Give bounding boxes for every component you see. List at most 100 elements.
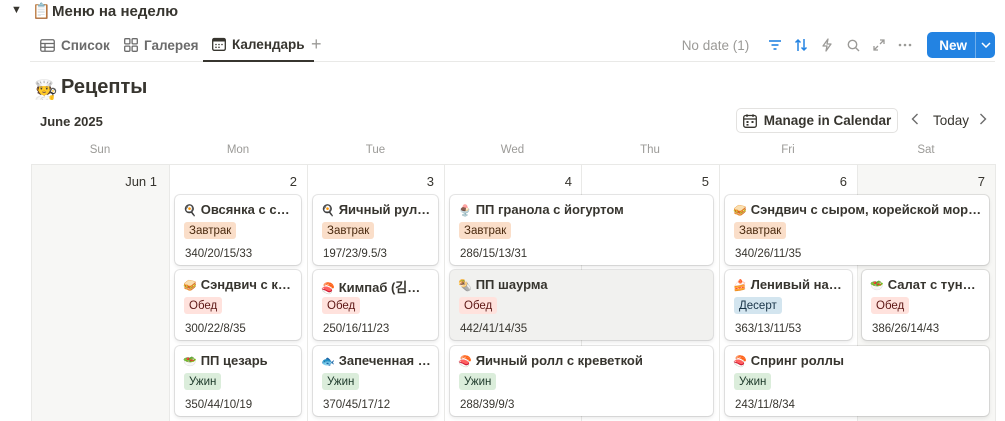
column-divider — [307, 164, 308, 421]
tab-list[interactable]: Список — [40, 28, 110, 62]
event-card-hovered[interactable]: 🌯 ПП шаурма Обед 442/41/14/35 — [450, 270, 713, 340]
food-emoji-icon: 🍣 — [458, 355, 472, 368]
event-card[interactable]: 🍣 Спринг роллы Ужин 243/11/8/34 — [725, 346, 989, 416]
meal-tag: Обед — [184, 297, 223, 314]
weekday-header: Sat — [917, 144, 935, 156]
chevron-right-icon[interactable] — [979, 112, 987, 128]
food-emoji-icon: 🍣 — [321, 282, 335, 295]
macros-value: 340/20/15/33 — [185, 248, 253, 260]
food-emoji-icon: 🍨 — [458, 204, 472, 217]
search-icon[interactable] — [841, 33, 865, 57]
macros-value: 197/23/9.5/3 — [323, 248, 387, 260]
food-emoji-icon: 🍰 — [733, 279, 747, 292]
tab-gallery[interactable]: Галерея — [124, 28, 199, 62]
event-card[interactable]: 🍨 ПП гранола с йогуртом Завтрак 286/15/13… — [450, 195, 713, 265]
weekday-header: Fri — [781, 144, 795, 156]
event-title: 🥗 ПП цезарь — [183, 353, 268, 368]
manage-label: Manage in Calendar — [763, 113, 892, 128]
macros-value: 442/41/14/35 — [460, 323, 528, 335]
macros-value: 288/39/9/3 — [460, 399, 515, 411]
event-card[interactable]: 🐟Запеченная скумбрия Ужин 370/45/17/12 — [313, 346, 438, 416]
tab-calendar[interactable]: Календарь — [203, 28, 314, 62]
event-title: 🥗 Салат с тунцом — [870, 277, 983, 292]
toggle-arrow-icon[interactable]: ▼ — [11, 4, 22, 16]
new-button[interactable]: New — [927, 32, 975, 58]
macros-value: 363/13/11/53 — [735, 323, 802, 335]
column-divider — [995, 164, 996, 421]
macros-value: 300/22/8/35 — [185, 323, 246, 335]
more-options-icon[interactable] — [893, 33, 917, 57]
database-title[interactable]: Меню на неделю — [52, 3, 178, 20]
day-number[interactable]: 3 — [397, 174, 434, 189]
weekend-sun-bg — [31, 165, 169, 421]
food-emoji-icon: 🥗 — [183, 355, 197, 368]
event-card[interactable]: 🥪Сэндвич с сыром, корейской морковкой За… — [725, 195, 989, 265]
event-title: 🍣 Спринг роллы — [733, 353, 844, 368]
weekday-header: Sun — [89, 144, 111, 156]
toolbar: No date (1) New — [682, 28, 995, 62]
macros-value: 340/26/11/35 — [735, 248, 802, 260]
meal-tag: Десерт — [734, 297, 782, 314]
meal-tag: Завтрак — [184, 222, 237, 239]
add-view-button[interactable]: + — [311, 34, 322, 55]
day-number[interactable]: 5 — [672, 174, 709, 189]
chevron-left-icon[interactable] — [911, 112, 919, 128]
food-emoji-icon: 🍳 — [183, 204, 197, 217]
food-emoji-icon: 🍳 — [321, 204, 335, 217]
day-number[interactable]: 7 — [948, 174, 985, 189]
day-number[interactable]: 2 — [260, 174, 297, 189]
event-title: 🥪Сэндвич с сыром, корейской морковкой — [733, 202, 983, 217]
column-divider — [719, 164, 720, 421]
column-divider — [169, 164, 170, 421]
event-card[interactable]: 🍳Овсянка с сыром Завтрак 340/20/15/33 — [175, 195, 301, 265]
today-button[interactable]: Today — [933, 113, 969, 128]
event-title: 🥪Сэндвич с курицей — [183, 277, 295, 292]
event-title: 🐟Запеченная скумбрия — [321, 353, 432, 368]
event-card[interactable]: 🍣 Яичный ролл с креветкой Ужин 288/39/9/3 — [450, 346, 713, 416]
meal-tag: Ужин — [322, 373, 360, 390]
macros-value: 243/11/8/34 — [735, 399, 795, 411]
meal-tag: Завтрак — [459, 222, 512, 239]
sort-icon[interactable] — [789, 33, 813, 57]
event-card[interactable]: 🥗 Салат с тунцом Обед 386/26/14/43 — [862, 270, 989, 340]
column-divider — [444, 164, 445, 421]
event-card[interactable]: 🍳Яичный рулет с сыром Завтрак 197/23/9.5… — [313, 195, 438, 265]
manage-in-calendar-button[interactable]: Manage in Calendar — [736, 108, 898, 133]
meal-tag: Обед — [322, 297, 361, 314]
expand-icon[interactable] — [867, 33, 891, 57]
event-card[interactable]: 🍣Кимпаб (김밥) с тунцом Обед 250/16/11/23 — [313, 270, 438, 340]
calendar-icon — [212, 37, 226, 51]
food-emoji-icon: 🌯 — [458, 279, 472, 292]
food-emoji-icon: 🥪 — [733, 204, 747, 217]
event-card[interactable]: 🥪Сэндвич с курицей Обед 300/22/8/35 — [175, 270, 301, 340]
weekday-header: Mon — [226, 144, 250, 156]
meal-tag: Обед — [459, 297, 498, 314]
day-number[interactable]: Jun 1 — [100, 174, 157, 189]
food-emoji-icon: 🐟 — [321, 355, 335, 368]
tab-label: Галерея — [144, 37, 199, 53]
chevron-down-icon[interactable] — [975, 32, 995, 58]
day-number[interactable]: 6 — [810, 174, 847, 189]
event-card[interactable]: 🍰Ленивый наполеон Десерт 363/13/11/53 — [725, 270, 852, 340]
database-header: ▼ 📋 Меню на неделю — [0, 0, 1005, 24]
macros-value: 250/16/11/23 — [323, 323, 390, 335]
food-emoji-icon: 🍣 — [733, 355, 747, 368]
tab-label: Календарь — [232, 36, 305, 52]
meal-tag: Завтрак — [322, 222, 375, 239]
food-emoji-icon: 🥗 — [870, 279, 884, 292]
filter-icon[interactable] — [763, 33, 787, 57]
tab-label: Список — [61, 37, 110, 53]
calendar-app-icon — [742, 113, 757, 128]
page-title: Рецепты — [61, 76, 148, 98]
new-button-group: New — [927, 32, 995, 58]
meal-tag: Обед — [871, 297, 910, 314]
event-card[interactable]: 🥗 ПП цезарь Ужин 350/44/10/19 — [175, 346, 301, 416]
no-date-button[interactable]: No date (1) — [682, 38, 750, 53]
day-number[interactable]: 4 — [535, 174, 572, 189]
automation-bolt-icon[interactable] — [815, 33, 839, 57]
event-title: 🍣Кимпаб (김밥) с тунцом — [321, 280, 432, 295]
event-title: 🍳Овсянка с сыром — [183, 202, 295, 217]
event-title: 🍰Ленивый наполеон — [733, 277, 846, 292]
column-divider — [31, 164, 32, 421]
month-label: June 2025 — [40, 114, 103, 129]
